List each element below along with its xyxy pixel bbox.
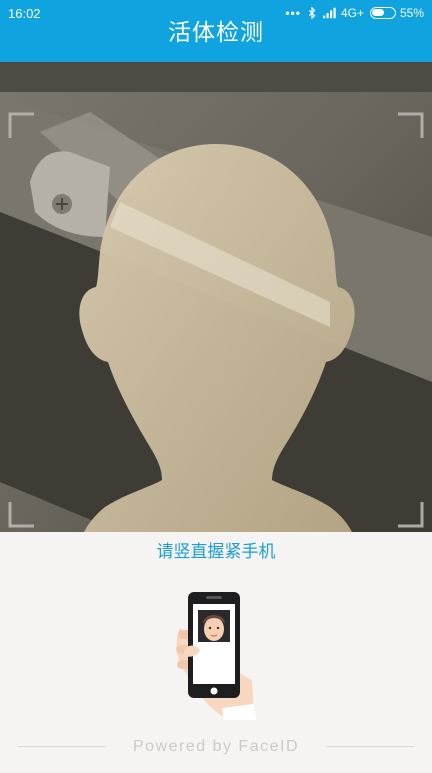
hand-holding-phone-icon (176, 592, 256, 720)
footer: Powered by FaceID (0, 736, 432, 758)
camera-scene (0, 62, 432, 532)
powered-by-text: Powered by FaceID (132, 738, 299, 755)
footer-divider-right (326, 746, 414, 747)
camera-preview (0, 62, 432, 532)
instruction-text: 请竖直握紧手机 (156, 542, 276, 562)
page-title: 活体检测 (168, 20, 264, 46)
app-header: 16:02 ••• 4G+ 55% 活体检测 (0, 0, 432, 62)
